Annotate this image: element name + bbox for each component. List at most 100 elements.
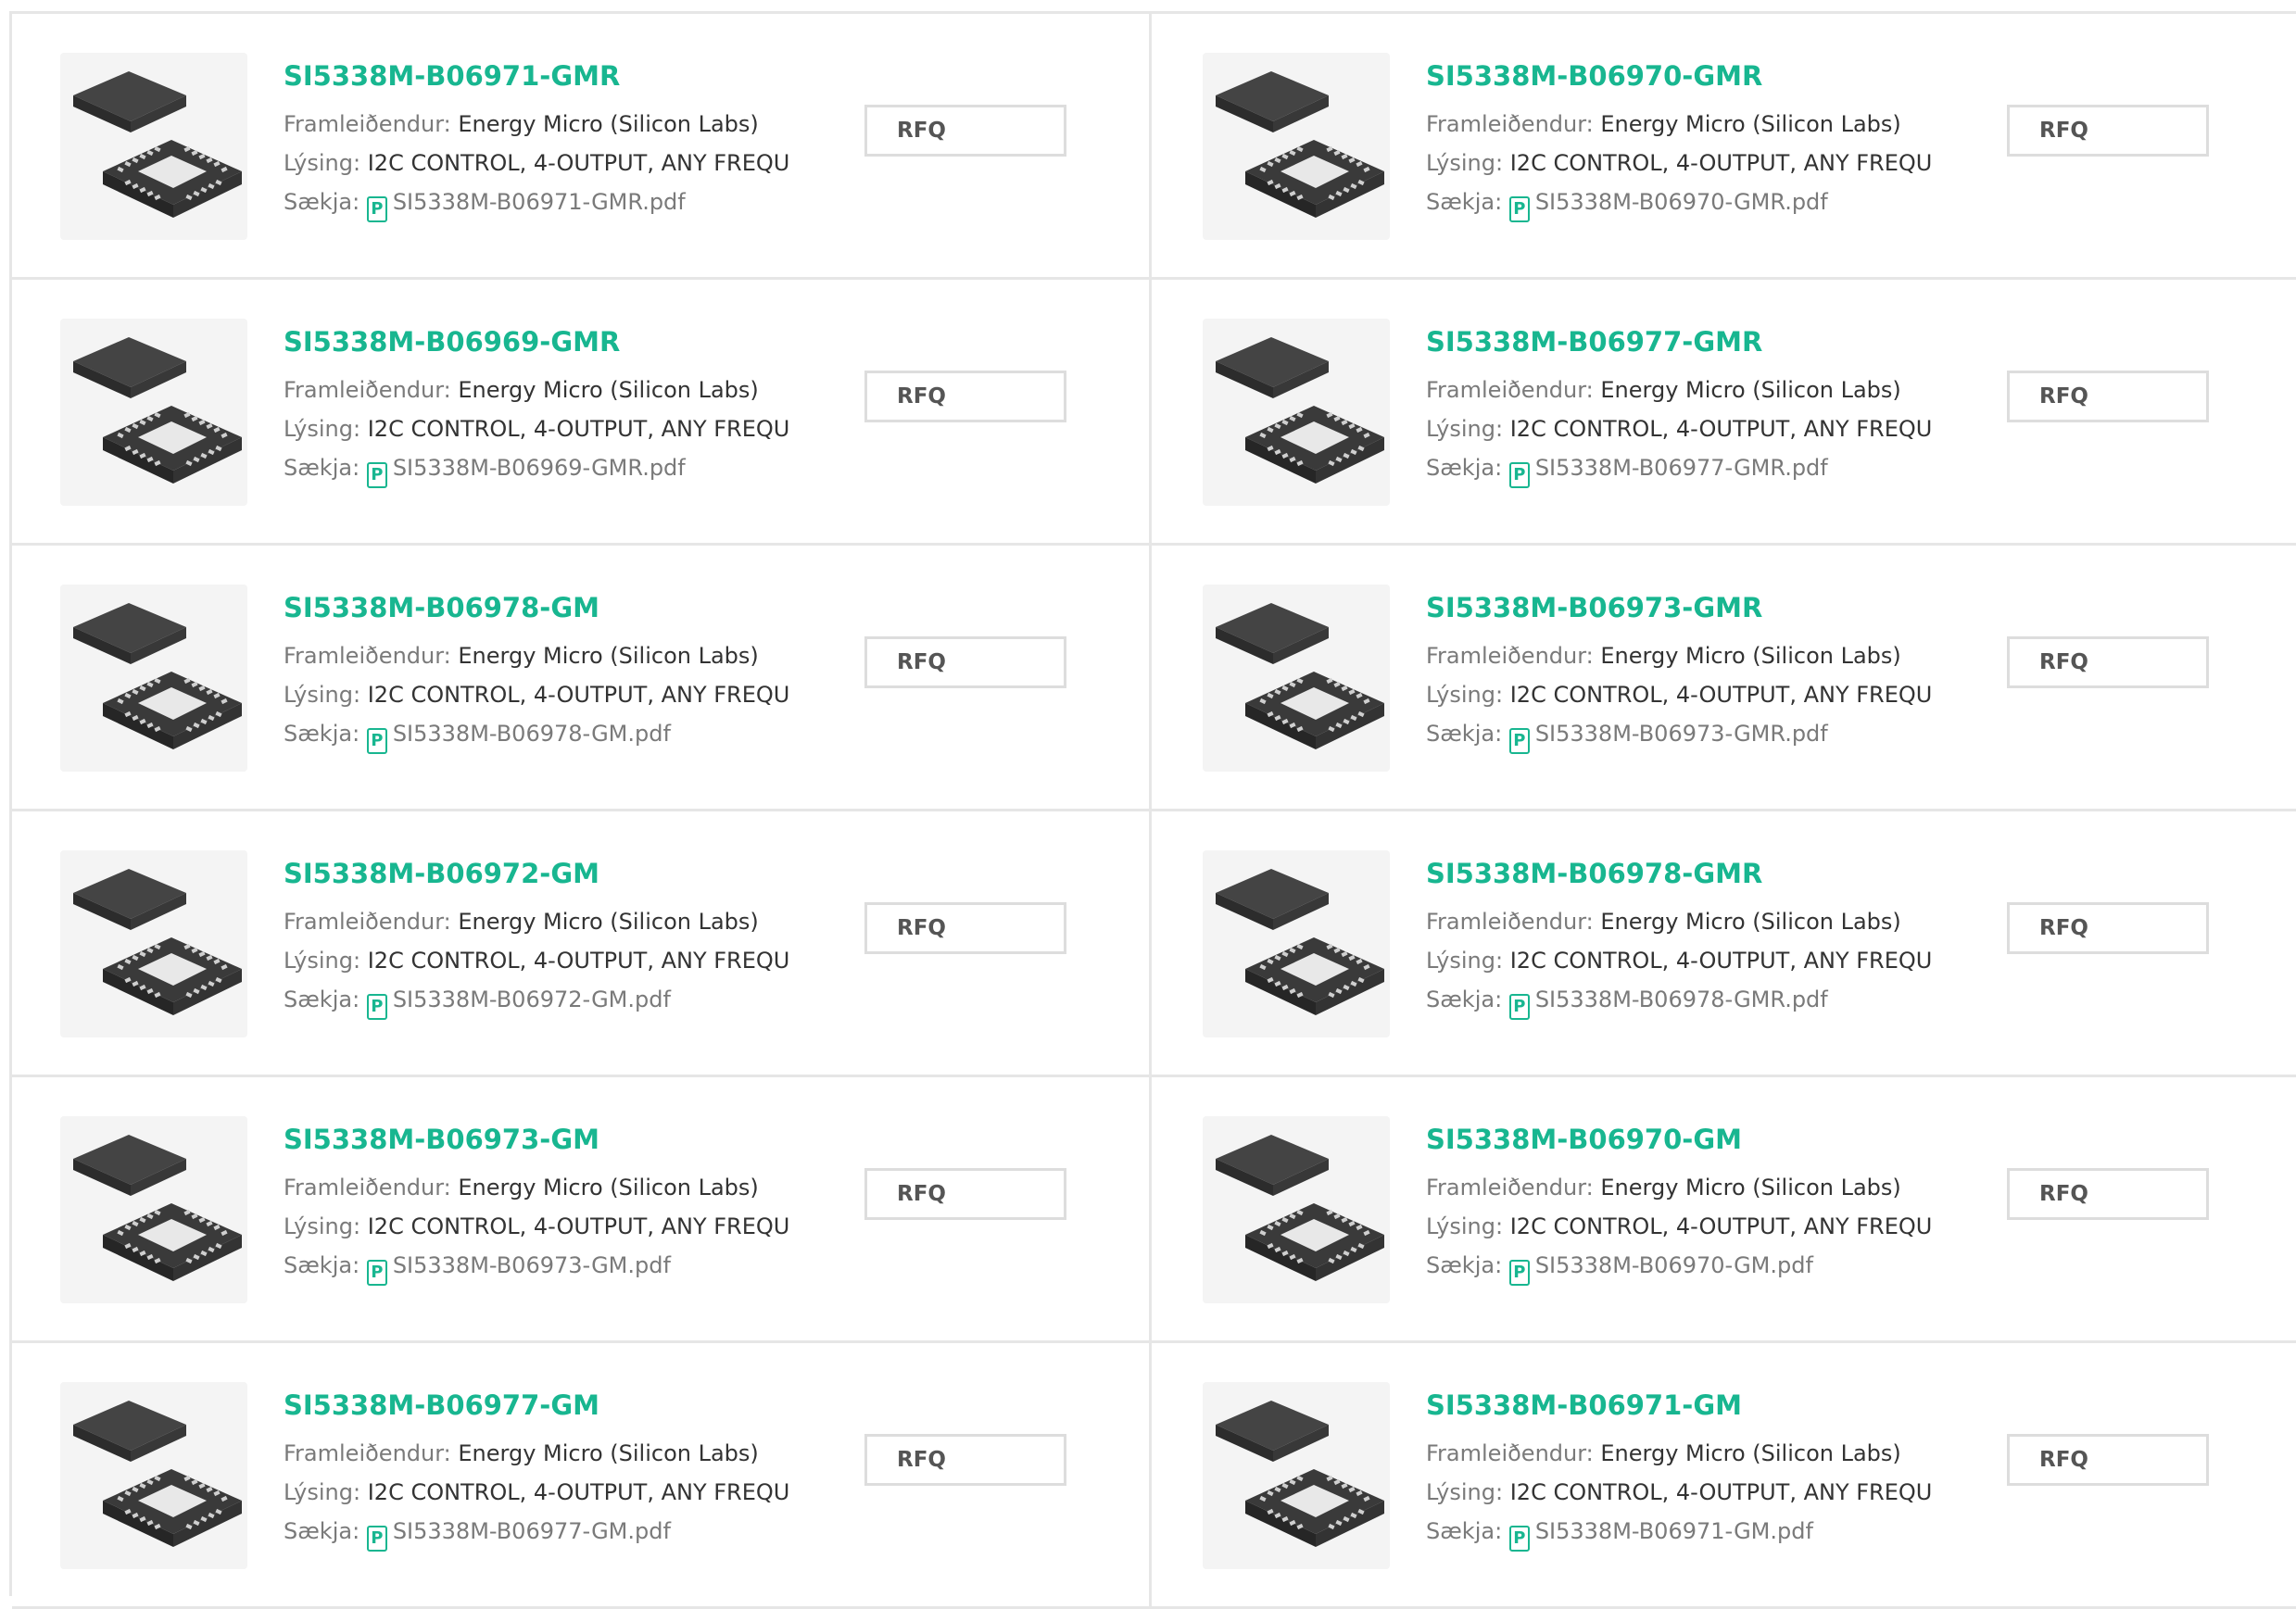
manufacturer-row: Framleiðendur: Energy Micro (Silicon Lab…	[284, 902, 802, 941]
description-value: I2C CONTROL, 4-OUTPUT, ANY FREQU	[1509, 1479, 1933, 1505]
product-name-link[interactable]: SI5338M-B06969-GMR	[284, 326, 802, 358]
download-row: Sækja: P SI5338M-B06977-GM.pdf	[284, 1512, 802, 1552]
product-name-link[interactable]: SI5338M-B06973-GM	[284, 1124, 802, 1155]
description-label: Lýsing:	[284, 1213, 361, 1239]
manufacturer-label: Framleiðendur:	[1426, 1440, 1594, 1466]
description-value: I2C CONTROL, 4-OUTPUT, ANY FREQU	[367, 948, 790, 974]
manufacturer-value: Energy Micro (Silicon Labs)	[458, 909, 759, 935]
datasheet-link[interactable]: SI5338M-B06972-GM.pdf	[393, 987, 671, 1012]
datasheet-link[interactable]: SI5338M-B06969-GMR.pdf	[393, 455, 686, 481]
manufacturer-row: Framleiðendur: Energy Micro (Silicon Lab…	[1426, 1168, 1945, 1207]
manufacturer-value: Energy Micro (Silicon Labs)	[458, 377, 759, 403]
download-label: Sækja:	[1426, 1252, 1503, 1278]
description-label: Lýsing:	[284, 1479, 361, 1505]
datasheet-link[interactable]: SI5338M-B06971-GMR.pdf	[393, 189, 686, 215]
manufacturer-value: Energy Micro (Silicon Labs)	[458, 1440, 759, 1466]
product-name-link[interactable]: SI5338M-B06970-GMR	[1426, 60, 1945, 92]
product-name-link[interactable]: SI5338M-B06972-GM	[284, 858, 802, 889]
chip-image[interactable]	[1203, 319, 1390, 506]
rfq-button[interactable]: RFQ	[2007, 902, 2209, 954]
chip-image[interactable]	[1203, 585, 1390, 772]
datasheet-link[interactable]: SI5338M-B06978-GM.pdf	[393, 721, 671, 747]
chip-image[interactable]	[1203, 53, 1390, 240]
chip-image[interactable]	[60, 53, 247, 240]
product-info: SI5338M-B06970-GMR Framleiðendur: Energy…	[1426, 60, 1945, 222]
pdf-file-icon[interactable]: P	[1508, 462, 1530, 488]
manufacturer-row: Framleiðendur: Energy Micro (Silicon Lab…	[284, 636, 802, 675]
rfq-button[interactable]: RFQ	[864, 1168, 1066, 1220]
pdf-file-icon[interactable]: P	[1508, 1526, 1530, 1552]
description-value: I2C CONTROL, 4-OUTPUT, ANY FREQU	[1509, 1213, 1933, 1239]
manufacturer-value: Energy Micro (Silicon Labs)	[1600, 909, 1901, 935]
product-name-link[interactable]: SI5338M-B06978-GMR	[1426, 858, 1945, 889]
datasheet-link[interactable]: SI5338M-B06977-GM.pdf	[393, 1518, 671, 1544]
manufacturer-value: Energy Micro (Silicon Labs)	[458, 1175, 759, 1200]
pdf-file-icon[interactable]: P	[366, 462, 387, 488]
rfq-button[interactable]: RFQ	[2007, 1168, 2209, 1220]
rfq-button[interactable]: RFQ	[2007, 1434, 2209, 1486]
product-name-link[interactable]: SI5338M-B06977-GMR	[1426, 326, 1945, 358]
chip-image[interactable]	[1203, 850, 1390, 1037]
product-info: SI5338M-B06971-GMR Framleiðendur: Energy…	[284, 60, 802, 222]
datasheet-link[interactable]: SI5338M-B06971-GM.pdf	[1535, 1518, 1813, 1544]
chip-image[interactable]	[60, 1382, 247, 1569]
datasheet-link[interactable]: SI5338M-B06977-GMR.pdf	[1535, 455, 1828, 481]
download-row: Sækja: P SI5338M-B06973-GM.pdf	[284, 1246, 802, 1286]
download-row: Sækja: P SI5338M-B06973-GMR.pdf	[1426, 714, 1945, 754]
download-label: Sækja:	[284, 1252, 360, 1278]
datasheet-link[interactable]: SI5338M-B06973-GMR.pdf	[1535, 721, 1828, 747]
description-row: Lýsing: I2C CONTROL, 4-OUTPUT, ANY FREQU	[1426, 144, 1945, 182]
manufacturer-row: Framleiðendur: Energy Micro (Silicon Lab…	[284, 1168, 802, 1207]
description-row: Lýsing: I2C CONTROL, 4-OUTPUT, ANY FREQU	[1426, 409, 1945, 448]
rfq-button[interactable]: RFQ	[2007, 636, 2209, 688]
product-name-link[interactable]: SI5338M-B06970-GM	[1426, 1124, 1945, 1155]
chip-image[interactable]	[60, 319, 247, 506]
description-label: Lýsing:	[1426, 150, 1504, 176]
product-name-link[interactable]: SI5338M-B06973-GMR	[1426, 592, 1945, 623]
manufacturer-row: Framleiðendur: Energy Micro (Silicon Lab…	[1426, 636, 1945, 675]
pdf-file-icon[interactable]: P	[366, 994, 387, 1020]
datasheet-link[interactable]: SI5338M-B06973-GM.pdf	[393, 1252, 671, 1278]
product-name-link[interactable]: SI5338M-B06971-GM	[1426, 1389, 1945, 1421]
chip-image[interactable]	[60, 850, 247, 1037]
pdf-file-icon[interactable]: P	[1508, 1260, 1530, 1286]
download-label: Sækja:	[284, 987, 360, 1012]
chip-image[interactable]	[60, 1116, 247, 1303]
product-info: SI5338M-B06978-GM Framleiðendur: Energy …	[284, 592, 802, 754]
rfq-button[interactable]: RFQ	[2007, 371, 2209, 422]
description-label: Lýsing:	[1426, 1213, 1504, 1239]
datasheet-link[interactable]: SI5338M-B06970-GM.pdf	[1535, 1252, 1813, 1278]
product-name-link[interactable]: SI5338M-B06971-GMR	[284, 60, 802, 92]
product-name-link[interactable]: SI5338M-B06978-GM	[284, 592, 802, 623]
datasheet-link[interactable]: SI5338M-B06970-GMR.pdf	[1535, 189, 1828, 215]
rfq-button[interactable]: RFQ	[864, 371, 1066, 422]
pdf-file-icon[interactable]: P	[366, 1260, 387, 1286]
manufacturer-label: Framleiðendur:	[1426, 111, 1594, 137]
pdf-file-icon[interactable]: P	[366, 728, 387, 754]
chip-image[interactable]	[60, 585, 247, 772]
chip-image[interactable]	[1203, 1382, 1390, 1569]
rfq-button[interactable]: RFQ	[2007, 105, 2209, 157]
description-label: Lýsing:	[1426, 682, 1504, 708]
rfq-button[interactable]: RFQ	[864, 902, 1066, 954]
pdf-file-icon[interactable]: P	[1508, 196, 1530, 222]
rfq-button[interactable]: RFQ	[864, 1434, 1066, 1486]
product-info: SI5338M-B06978-GMR Framleiðendur: Energy…	[1426, 858, 1945, 1020]
product-card: SI5338M-B06971-GM Framleiðendur: Energy …	[1152, 1343, 2296, 1609]
product-name-link[interactable]: SI5338M-B06977-GM	[284, 1389, 802, 1421]
pdf-file-icon[interactable]: P	[1508, 728, 1530, 754]
pdf-file-icon[interactable]: P	[366, 1526, 387, 1552]
manufacturer-row: Framleiðendur: Energy Micro (Silicon Lab…	[284, 105, 802, 144]
rfq-button[interactable]: RFQ	[864, 636, 1066, 688]
product-card: SI5338M-B06970-GMR Framleiðendur: Energy…	[1152, 14, 2296, 280]
manufacturer-label: Framleiðendur:	[284, 909, 451, 935]
rfq-button[interactable]: RFQ	[864, 105, 1066, 157]
manufacturer-row: Framleiðendur: Energy Micro (Silicon Lab…	[1426, 105, 1945, 144]
download-label: Sækja:	[284, 455, 360, 481]
product-info: SI5338M-B06973-GM Framleiðendur: Energy …	[284, 1124, 802, 1286]
pdf-file-icon[interactable]: P	[1508, 994, 1530, 1020]
download-row: Sækja: P SI5338M-B06978-GMR.pdf	[1426, 980, 1945, 1020]
pdf-file-icon[interactable]: P	[366, 196, 387, 222]
chip-image[interactable]	[1203, 1116, 1390, 1303]
datasheet-link[interactable]: SI5338M-B06978-GMR.pdf	[1535, 987, 1828, 1012]
